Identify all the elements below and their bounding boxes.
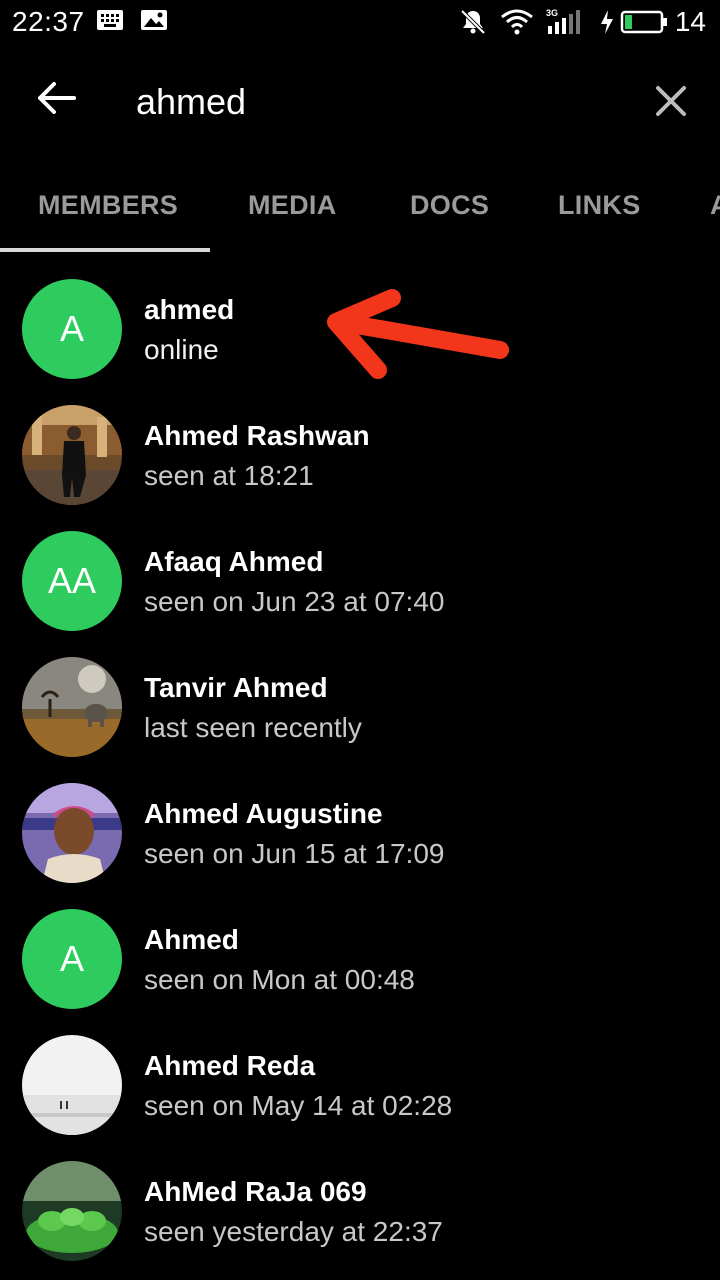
- tab-docs[interactable]: DOCS: [410, 190, 489, 221]
- avatar: AA: [22, 531, 122, 631]
- member-status: seen on Jun 23 at 07:40: [144, 586, 445, 617]
- member-name: Ahmed: [144, 924, 239, 955]
- tab-more-truncated[interactable]: A: [710, 190, 720, 221]
- 3g-signal-icon: 3G: [546, 8, 580, 34]
- member-status: seen on May 14 at 02:28: [144, 1090, 453, 1121]
- avatar-initials: A: [59, 308, 84, 349]
- avatar: [22, 1035, 122, 1135]
- status-time: 22:37: [12, 6, 85, 37]
- svg-text:3G: 3G: [546, 8, 558, 18]
- list-item[interactable]: Ahmed Rashwan seen at 18:21: [0, 378, 720, 505]
- member-status: seen at 18:21: [144, 460, 314, 491]
- member-name: ahmed: [144, 294, 235, 325]
- members-list: A ahmed online Ahmed Rashwan seen at 18:…: [0, 252, 720, 1261]
- avatar: [22, 405, 122, 505]
- avatar-photo-icon: [22, 1035, 122, 1135]
- charging-icon: [601, 10, 613, 34]
- member-status: online: [144, 334, 219, 365]
- avatar-photo-icon: [22, 405, 122, 505]
- image-icon: [141, 10, 167, 30]
- avatar-photo-icon: [22, 657, 122, 757]
- battery-level: 14: [674, 6, 706, 37]
- avatar-initials: A: [59, 938, 84, 979]
- mute-icon: [460, 9, 486, 35]
- tab-members[interactable]: MEMBERS: [38, 190, 178, 221]
- avatar: [22, 657, 122, 757]
- list-item[interactable]: Ahmed Reda seen on May 14 at 02:28: [0, 1008, 720, 1135]
- avatar-photo-icon: [22, 783, 122, 883]
- list-item[interactable]: Tanvir Ahmed last seen recently: [0, 630, 720, 757]
- member-status: seen yesterday at 22:37: [144, 1216, 443, 1247]
- avatar: A: [22, 279, 122, 379]
- avatar: [22, 1161, 122, 1261]
- member-status: seen on Mon at 00:48: [144, 964, 415, 995]
- member-name: Ahmed Rashwan: [144, 420, 370, 451]
- member-name: Ahmed Reda: [144, 1050, 316, 1081]
- list-item[interactable]: A Ahmed seen on Mon at 00:48: [0, 882, 720, 1009]
- member-name: Afaaq Ahmed: [144, 546, 324, 577]
- close-icon[interactable]: [648, 78, 694, 124]
- tab-bar: MEMBERS MEDIA DOCS LINKS A: [0, 160, 720, 252]
- list-item[interactable]: Ahmed Augustine seen on Jun 15 at 17:09: [0, 756, 720, 883]
- annotation-arrow-icon: [327, 289, 509, 379]
- avatar: A: [22, 909, 122, 1009]
- battery-icon: [620, 10, 667, 34]
- list-item[interactable]: AA Afaaq Ahmed seen on Jun 23 at 07:40: [0, 504, 720, 631]
- search-header: [0, 44, 720, 160]
- status-bar: 22:37 3G 14: [0, 0, 720, 44]
- search-input[interactable]: [136, 74, 616, 130]
- member-status: last seen recently: [144, 712, 362, 743]
- member-status: seen on Jun 15 at 17:09: [144, 838, 445, 869]
- avatar-initials: AA: [47, 560, 97, 601]
- member-name: Tanvir Ahmed: [144, 672, 328, 703]
- keyboard-icon: [97, 10, 123, 30]
- wifi-icon: [501, 9, 533, 35]
- tab-media[interactable]: MEDIA: [248, 190, 337, 221]
- avatar: [22, 783, 122, 883]
- avatar-photo-icon: [22, 1161, 122, 1261]
- back-arrow-icon[interactable]: [30, 72, 82, 124]
- member-name: AhMed RaJa 069: [144, 1176, 367, 1207]
- member-name: Ahmed Augustine: [144, 798, 383, 829]
- list-item[interactable]: AhMed RaJa 069 seen yesterday at 22:37: [0, 1134, 720, 1261]
- tab-links[interactable]: LINKS: [558, 190, 641, 221]
